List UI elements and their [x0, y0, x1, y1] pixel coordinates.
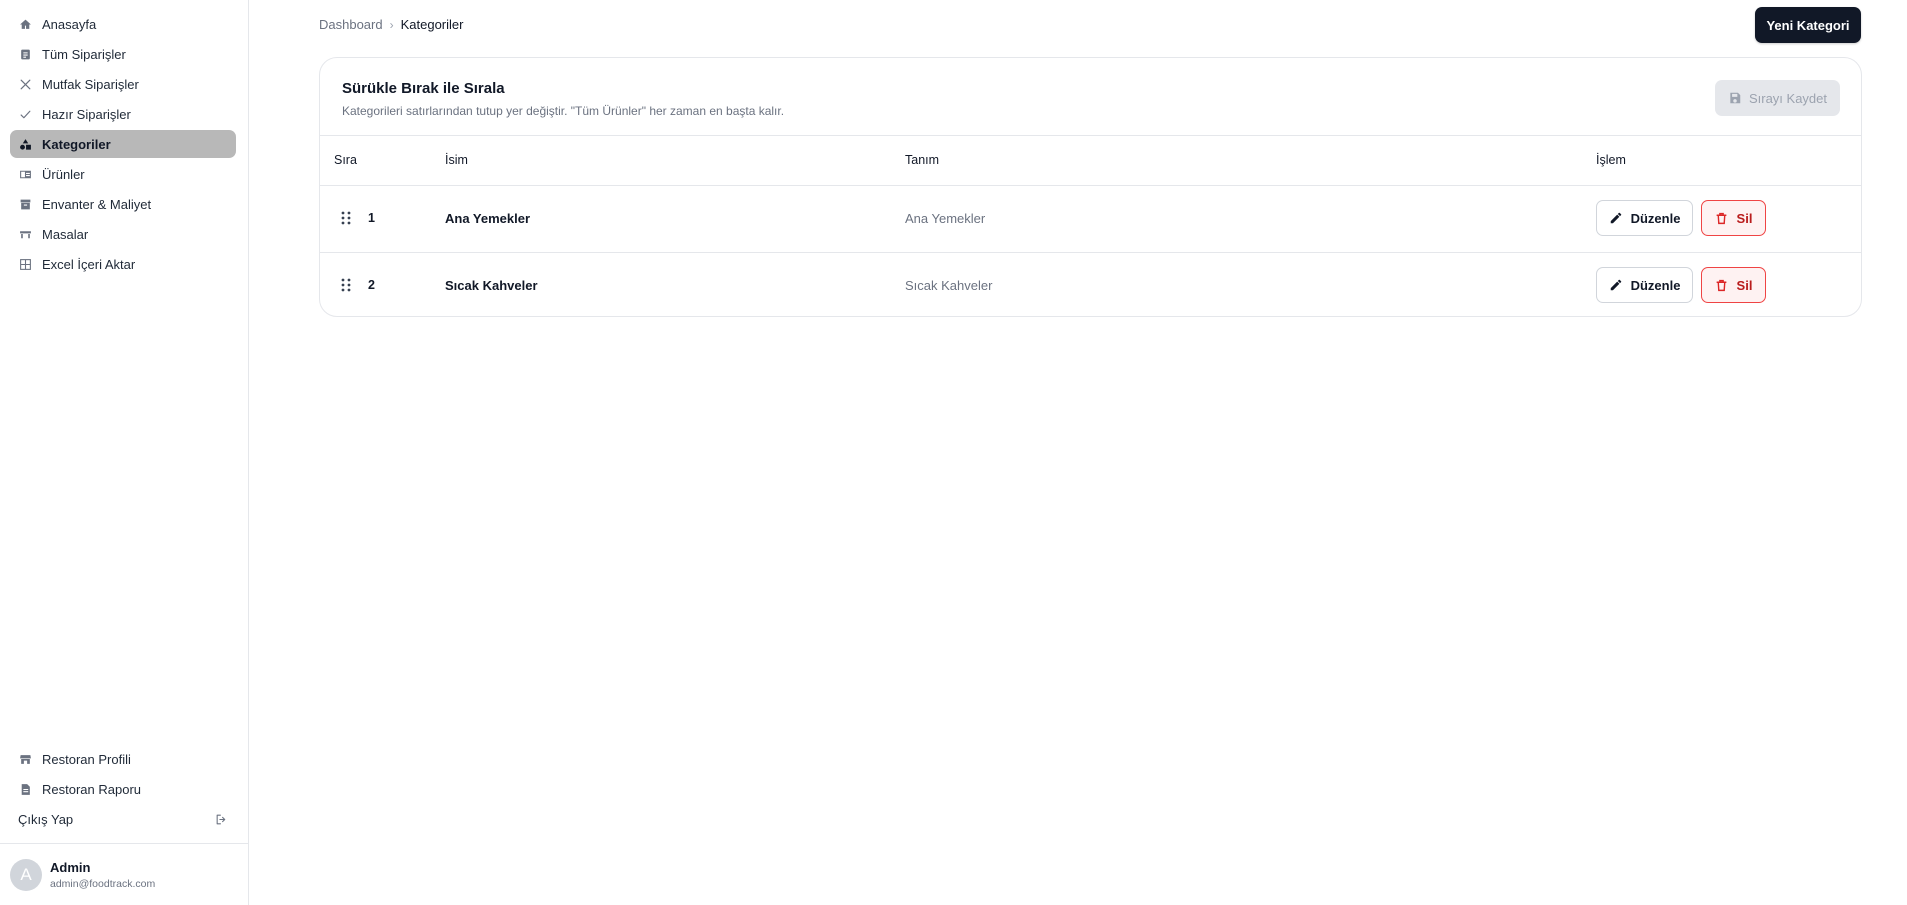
- sidebar-item-label: Ürünler: [42, 166, 85, 182]
- pencil-icon: [1610, 212, 1621, 224]
- sidebar-item-label: Envanter & Maliyet: [42, 196, 152, 212]
- home-icon: [18, 17, 32, 31]
- sidebar-item-label: Excel İçeri Aktar: [42, 256, 136, 272]
- user-email: admin@foodtrack.com: [50, 877, 156, 890]
- chevron-right-icon: ›: [389, 17, 394, 32]
- save-icon: [1730, 92, 1741, 104]
- drag-handle-icon[interactable]: [340, 278, 352, 292]
- column-header-description: Tanım: [905, 153, 940, 167]
- card-header: Sürükle Bırak ile Sırala Kategorileri sa…: [320, 58, 1861, 136]
- row-name: Ana Yemekler: [445, 211, 531, 226]
- sidebar-item-label: Restoran Raporu: [42, 781, 141, 797]
- sidebar-nav: Anasayfa Tüm Siparişler Mutfak Siparişle…: [10, 10, 236, 280]
- clipboard-icon: [18, 47, 32, 61]
- drag-handle-icon[interactable]: [340, 211, 352, 225]
- logout-button[interactable]: Çıkış Yap: [10, 805, 236, 833]
- user-name: Admin: [50, 859, 91, 875]
- sidebar-item-anasayfa[interactable]: Anasayfa: [10, 10, 236, 38]
- report-icon: [18, 782, 32, 796]
- sidebar-item-label: Anasayfa: [42, 16, 97, 32]
- column-header-order: Sıra: [334, 153, 357, 167]
- breadcrumb-dashboard-link[interactable]: Dashboard: [319, 17, 383, 32]
- sidebar-item-mutfak-siparisler[interactable]: Mutfak Siparişler: [10, 70, 236, 98]
- pencil-icon: [1610, 279, 1621, 291]
- delete-button[interactable]: Sil: [1701, 267, 1766, 303]
- sidebar-item-label: Mutfak Siparişler: [42, 76, 139, 92]
- shapes-icon: [18, 137, 32, 151]
- edit-button[interactable]: Düzenle: [1596, 200, 1693, 236]
- categories-card: Sürükle Bırak ile Sırala Kategorileri sa…: [319, 57, 1862, 317]
- breadcrumb-current: Kategoriler: [400, 17, 464, 32]
- delete-label: Sil: [1736, 277, 1753, 293]
- trash-icon: [1716, 279, 1727, 291]
- column-header-actions: İşlem: [1596, 153, 1626, 167]
- logout-label: Çıkış Yap: [18, 811, 74, 827]
- sidebar-item-label: Restoran Profili: [42, 751, 131, 767]
- archive-icon: [18, 197, 32, 211]
- edit-button[interactable]: Düzenle: [1596, 267, 1693, 303]
- sidebar-item-envanter[interactable]: Envanter & Maliyet: [10, 190, 236, 218]
- sidebar-item-kategoriler[interactable]: Kategoriler: [10, 130, 236, 158]
- user-profile[interactable]: A Admin admin@foodtrack.com: [0, 843, 248, 905]
- sidebar: Anasayfa Tüm Siparişler Mutfak Siparişle…: [0, 0, 249, 905]
- store-icon: [18, 752, 32, 766]
- breadcrumb: Dashboard › Kategoriler: [319, 17, 463, 32]
- row-order: 1: [368, 211, 375, 225]
- card-subtitle: Kategorileri satırlarından tutup yer değ…: [342, 104, 785, 118]
- sidebar-item-label: Kategoriler: [42, 136, 111, 152]
- sidebar-item-urunler[interactable]: Ürünler: [10, 160, 236, 188]
- row-description: Ana Yemekler: [905, 211, 986, 226]
- sidebar-item-label: Tüm Siparişler: [42, 46, 126, 62]
- delete-button[interactable]: Sil: [1701, 200, 1766, 236]
- sidebar-item-label: Masalar: [42, 226, 89, 242]
- save-order-button[interactable]: Sırayı Kaydet: [1715, 80, 1840, 116]
- delete-label: Sil: [1736, 210, 1753, 226]
- sidebar-item-restoran-profili[interactable]: Restoran Profili: [10, 745, 236, 773]
- row-description: Sıcak Kahveler: [905, 278, 993, 293]
- card-title: Sürükle Bırak ile Sırala: [342, 80, 505, 97]
- grid-icon: [18, 257, 32, 271]
- table-header: Sıra İsim Tanım İşlem: [320, 136, 1861, 186]
- user-info: Admin admin@foodtrack.com: [50, 860, 155, 890]
- sidebar-item-label: Hazır Siparişler: [42, 106, 131, 122]
- sidebar-item-masalar[interactable]: Masalar: [10, 220, 236, 248]
- edit-label: Düzenle: [1630, 277, 1681, 293]
- logout-icon: [216, 814, 226, 824]
- sidebar-item-excel[interactable]: Excel İçeri Aktar: [10, 250, 236, 278]
- column-header-name: İsim: [445, 153, 468, 167]
- table-row[interactable]: 1 Ana Yemekler Ana Yemekler Düzenle Sil: [320, 186, 1861, 253]
- row-name: Sıcak Kahveler: [445, 278, 538, 293]
- avatar: A: [10, 858, 42, 891]
- table-icon: [18, 227, 32, 241]
- sidebar-item-tum-siparisler[interactable]: Tüm Siparişler: [10, 40, 236, 68]
- sidebar-item-hazir-siparisler[interactable]: Hazır Siparişler: [10, 100, 236, 128]
- sidebar-item-restoran-raporu[interactable]: Restoran Raporu: [10, 775, 236, 803]
- product-icon: [18, 167, 32, 181]
- sidebar-bottom-nav: Restoran Profili Restoran Raporu Çıkış Y…: [10, 745, 236, 833]
- save-order-label: Sırayı Kaydet: [1748, 90, 1828, 106]
- row-order: 2: [368, 278, 375, 292]
- table-row[interactable]: 2 Sıcak Kahveler Sıcak Kahveler Düzenle …: [320, 253, 1861, 316]
- utensils-icon: [18, 77, 32, 91]
- edit-label: Düzenle: [1630, 210, 1681, 226]
- trash-icon: [1716, 212, 1727, 224]
- new-category-button[interactable]: Yeni Kategori: [1755, 7, 1861, 43]
- check-icon: [18, 107, 32, 121]
